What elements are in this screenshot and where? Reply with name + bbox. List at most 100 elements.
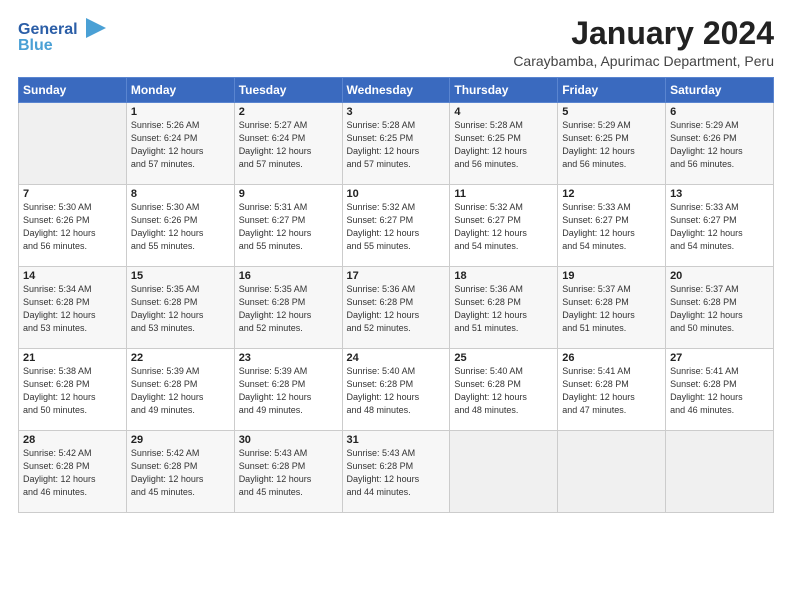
day-cell: 20Sunrise: 5:37 AMSunset: 6:28 PMDayligh… bbox=[666, 267, 774, 349]
week-row-2: 7Sunrise: 5:30 AMSunset: 6:26 PMDaylight… bbox=[19, 185, 774, 267]
day-number: 16 bbox=[239, 270, 338, 282]
day-number: 1 bbox=[131, 106, 230, 118]
day-info: Sunrise: 5:41 AMSunset: 6:28 PMDaylight:… bbox=[670, 365, 769, 417]
day-number: 11 bbox=[454, 188, 553, 200]
day-info: Sunrise: 5:36 AMSunset: 6:28 PMDaylight:… bbox=[454, 283, 553, 335]
day-cell: 29Sunrise: 5:42 AMSunset: 6:28 PMDayligh… bbox=[126, 431, 234, 513]
day-info: Sunrise: 5:31 AMSunset: 6:27 PMDaylight:… bbox=[239, 201, 338, 253]
day-cell bbox=[558, 431, 666, 513]
day-cell: 3Sunrise: 5:28 AMSunset: 6:25 PMDaylight… bbox=[342, 103, 450, 185]
header-cell-thursday: Thursday bbox=[450, 78, 558, 103]
page-title: January 2024 bbox=[513, 16, 774, 51]
calendar-table: SundayMondayTuesdayWednesdayThursdayFrid… bbox=[18, 77, 774, 513]
day-info: Sunrise: 5:35 AMSunset: 6:28 PMDaylight:… bbox=[131, 283, 230, 335]
day-info: Sunrise: 5:36 AMSunset: 6:28 PMDaylight:… bbox=[347, 283, 446, 335]
day-info: Sunrise: 5:39 AMSunset: 6:28 PMDaylight:… bbox=[239, 365, 338, 417]
day-info: Sunrise: 5:29 AMSunset: 6:25 PMDaylight:… bbox=[562, 119, 661, 171]
header-cell-monday: Monday bbox=[126, 78, 234, 103]
day-number: 22 bbox=[131, 352, 230, 364]
title-section: January 2024 Caraybamba, Apurimac Depart… bbox=[513, 16, 774, 69]
day-cell: 7Sunrise: 5:30 AMSunset: 6:26 PMDaylight… bbox=[19, 185, 127, 267]
day-info: Sunrise: 5:26 AMSunset: 6:24 PMDaylight:… bbox=[131, 119, 230, 171]
day-info: Sunrise: 5:27 AMSunset: 6:24 PMDaylight:… bbox=[239, 119, 338, 171]
day-number: 7 bbox=[23, 188, 122, 200]
day-number: 15 bbox=[131, 270, 230, 282]
day-number: 21 bbox=[23, 352, 122, 364]
day-cell: 14Sunrise: 5:34 AMSunset: 6:28 PMDayligh… bbox=[19, 267, 127, 349]
day-cell: 28Sunrise: 5:42 AMSunset: 6:28 PMDayligh… bbox=[19, 431, 127, 513]
day-cell: 15Sunrise: 5:35 AMSunset: 6:28 PMDayligh… bbox=[126, 267, 234, 349]
day-number: 29 bbox=[131, 434, 230, 446]
day-cell: 26Sunrise: 5:41 AMSunset: 6:28 PMDayligh… bbox=[558, 349, 666, 431]
day-cell: 31Sunrise: 5:43 AMSunset: 6:28 PMDayligh… bbox=[342, 431, 450, 513]
page-subtitle: Caraybamba, Apurimac Department, Peru bbox=[513, 53, 774, 69]
header-cell-tuesday: Tuesday bbox=[234, 78, 342, 103]
day-number: 3 bbox=[347, 106, 446, 118]
day-number: 9 bbox=[239, 188, 338, 200]
day-number: 31 bbox=[347, 434, 446, 446]
header-cell-friday: Friday bbox=[558, 78, 666, 103]
day-number: 12 bbox=[562, 188, 661, 200]
day-number: 30 bbox=[239, 434, 338, 446]
day-number: 25 bbox=[454, 352, 553, 364]
day-cell: 16Sunrise: 5:35 AMSunset: 6:28 PMDayligh… bbox=[234, 267, 342, 349]
day-cell: 21Sunrise: 5:38 AMSunset: 6:28 PMDayligh… bbox=[19, 349, 127, 431]
day-number: 27 bbox=[670, 352, 769, 364]
day-cell: 24Sunrise: 5:40 AMSunset: 6:28 PMDayligh… bbox=[342, 349, 450, 431]
day-number: 5 bbox=[562, 106, 661, 118]
day-number: 19 bbox=[562, 270, 661, 282]
day-info: Sunrise: 5:40 AMSunset: 6:28 PMDaylight:… bbox=[454, 365, 553, 417]
day-info: Sunrise: 5:37 AMSunset: 6:28 PMDaylight:… bbox=[670, 283, 769, 335]
day-info: Sunrise: 5:28 AMSunset: 6:25 PMDaylight:… bbox=[454, 119, 553, 171]
day-cell: 25Sunrise: 5:40 AMSunset: 6:28 PMDayligh… bbox=[450, 349, 558, 431]
page: General Blue January 2024 Caraybamba, Ap… bbox=[0, 0, 792, 612]
day-cell: 2Sunrise: 5:27 AMSunset: 6:24 PMDaylight… bbox=[234, 103, 342, 185]
header: General Blue January 2024 Caraybamba, Ap… bbox=[18, 16, 774, 69]
day-cell: 13Sunrise: 5:33 AMSunset: 6:27 PMDayligh… bbox=[666, 185, 774, 267]
day-cell: 23Sunrise: 5:39 AMSunset: 6:28 PMDayligh… bbox=[234, 349, 342, 431]
day-info: Sunrise: 5:43 AMSunset: 6:28 PMDaylight:… bbox=[239, 447, 338, 499]
day-number: 4 bbox=[454, 106, 553, 118]
day-info: Sunrise: 5:38 AMSunset: 6:28 PMDaylight:… bbox=[23, 365, 122, 417]
day-info: Sunrise: 5:28 AMSunset: 6:25 PMDaylight:… bbox=[347, 119, 446, 171]
header-row: SundayMondayTuesdayWednesdayThursdayFrid… bbox=[19, 78, 774, 103]
header-cell-wednesday: Wednesday bbox=[342, 78, 450, 103]
day-cell: 4Sunrise: 5:28 AMSunset: 6:25 PMDaylight… bbox=[450, 103, 558, 185]
day-cell: 11Sunrise: 5:32 AMSunset: 6:27 PMDayligh… bbox=[450, 185, 558, 267]
header-cell-saturday: Saturday bbox=[666, 78, 774, 103]
day-info: Sunrise: 5:30 AMSunset: 6:26 PMDaylight:… bbox=[23, 201, 122, 253]
day-number: 10 bbox=[347, 188, 446, 200]
logo: General Blue bbox=[18, 16, 108, 54]
week-row-1: 1Sunrise: 5:26 AMSunset: 6:24 PMDaylight… bbox=[19, 103, 774, 185]
day-number: 24 bbox=[347, 352, 446, 364]
day-cell: 19Sunrise: 5:37 AMSunset: 6:28 PMDayligh… bbox=[558, 267, 666, 349]
header-cell-sunday: Sunday bbox=[19, 78, 127, 103]
day-cell: 9Sunrise: 5:31 AMSunset: 6:27 PMDaylight… bbox=[234, 185, 342, 267]
day-cell: 1Sunrise: 5:26 AMSunset: 6:24 PMDaylight… bbox=[126, 103, 234, 185]
day-info: Sunrise: 5:40 AMSunset: 6:28 PMDaylight:… bbox=[347, 365, 446, 417]
logo-svg: General Blue bbox=[18, 16, 108, 54]
week-row-3: 14Sunrise: 5:34 AMSunset: 6:28 PMDayligh… bbox=[19, 267, 774, 349]
day-cell: 27Sunrise: 5:41 AMSunset: 6:28 PMDayligh… bbox=[666, 349, 774, 431]
day-cell: 6Sunrise: 5:29 AMSunset: 6:26 PMDaylight… bbox=[666, 103, 774, 185]
day-cell: 10Sunrise: 5:32 AMSunset: 6:27 PMDayligh… bbox=[342, 185, 450, 267]
day-info: Sunrise: 5:29 AMSunset: 6:26 PMDaylight:… bbox=[670, 119, 769, 171]
svg-text:Blue: Blue bbox=[18, 37, 53, 54]
day-info: Sunrise: 5:37 AMSunset: 6:28 PMDaylight:… bbox=[562, 283, 661, 335]
day-info: Sunrise: 5:39 AMSunset: 6:28 PMDaylight:… bbox=[131, 365, 230, 417]
day-number: 28 bbox=[23, 434, 122, 446]
day-cell: 18Sunrise: 5:36 AMSunset: 6:28 PMDayligh… bbox=[450, 267, 558, 349]
day-number: 14 bbox=[23, 270, 122, 282]
day-number: 18 bbox=[454, 270, 553, 282]
day-cell: 22Sunrise: 5:39 AMSunset: 6:28 PMDayligh… bbox=[126, 349, 234, 431]
day-info: Sunrise: 5:34 AMSunset: 6:28 PMDaylight:… bbox=[23, 283, 122, 335]
day-info: Sunrise: 5:32 AMSunset: 6:27 PMDaylight:… bbox=[347, 201, 446, 253]
day-cell bbox=[450, 431, 558, 513]
day-cell: 8Sunrise: 5:30 AMSunset: 6:26 PMDaylight… bbox=[126, 185, 234, 267]
day-info: Sunrise: 5:42 AMSunset: 6:28 PMDaylight:… bbox=[23, 447, 122, 499]
day-number: 2 bbox=[239, 106, 338, 118]
day-number: 13 bbox=[670, 188, 769, 200]
day-info: Sunrise: 5:43 AMSunset: 6:28 PMDaylight:… bbox=[347, 447, 446, 499]
day-info: Sunrise: 5:32 AMSunset: 6:27 PMDaylight:… bbox=[454, 201, 553, 253]
day-info: Sunrise: 5:42 AMSunset: 6:28 PMDaylight:… bbox=[131, 447, 230, 499]
